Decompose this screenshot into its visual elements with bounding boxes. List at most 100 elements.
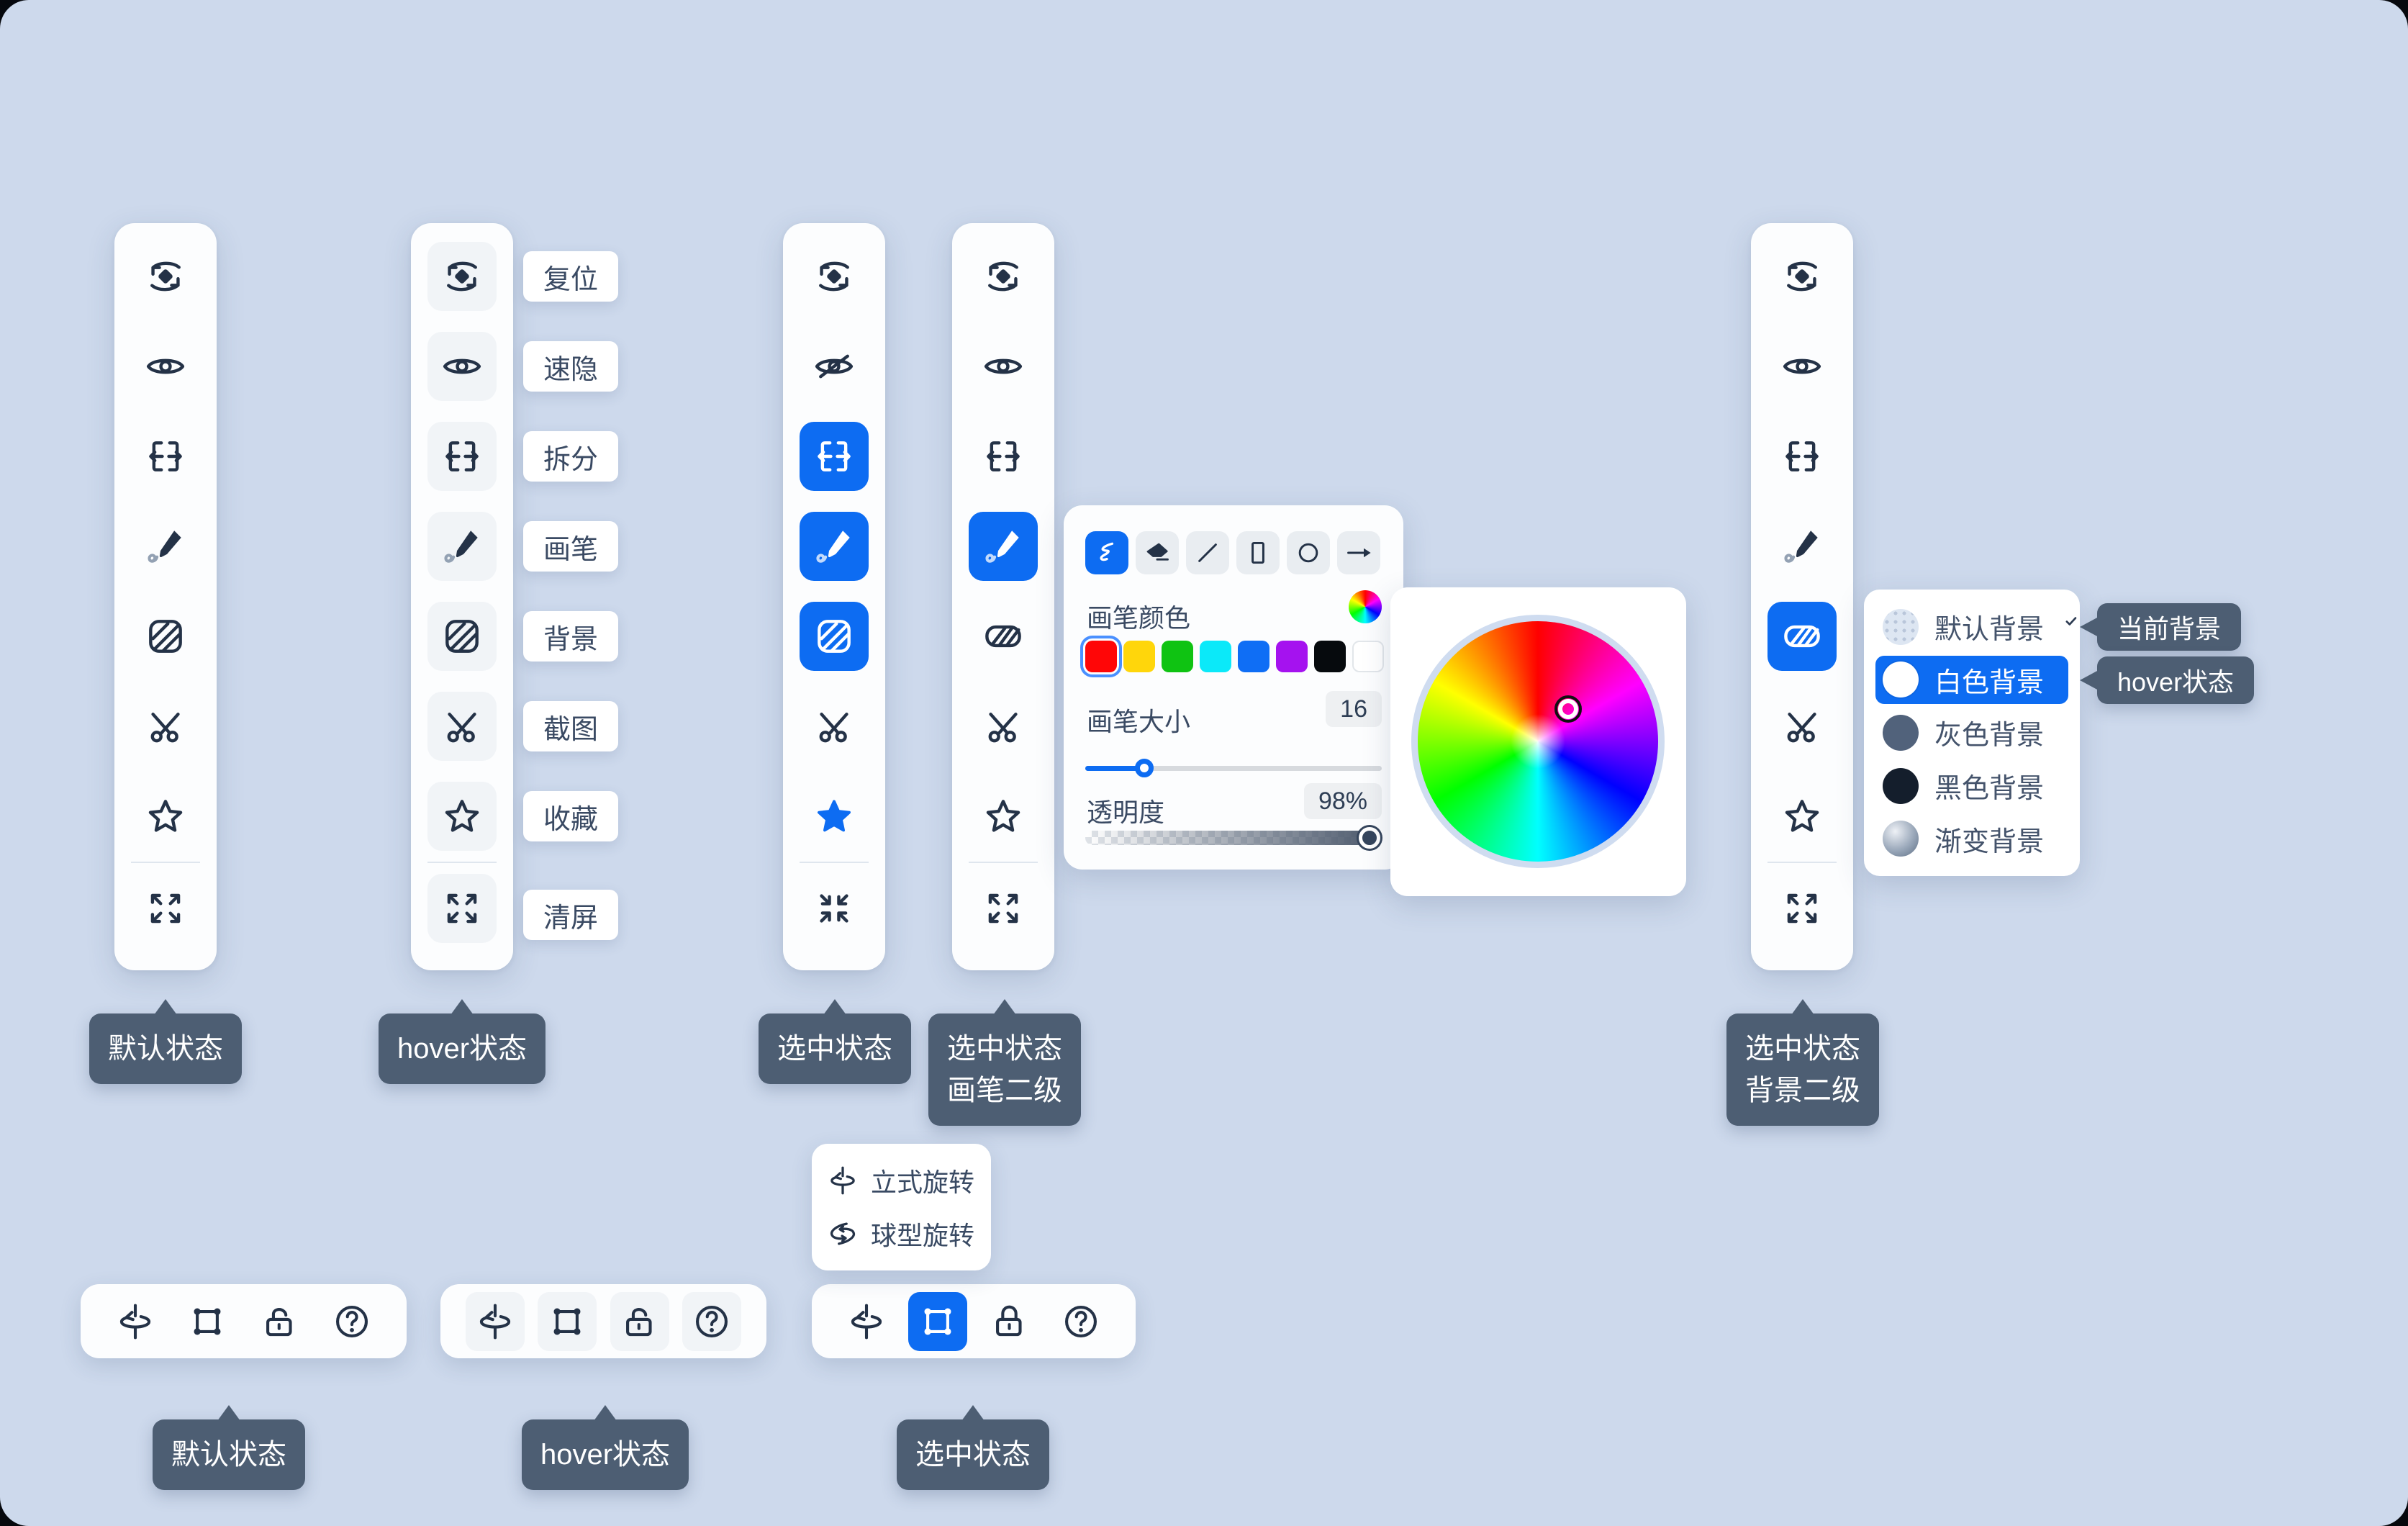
color-swatch[interactable] xyxy=(1200,641,1231,672)
star-button[interactable] xyxy=(1767,782,1837,851)
expand-icon xyxy=(143,886,188,931)
rotation-menu-item[interactable]: 球型旋转 xyxy=(826,1215,977,1252)
bg-menu-item[interactable]: 灰色背景 xyxy=(1875,708,2068,757)
star-button[interactable] xyxy=(131,782,200,851)
color-swatch[interactable] xyxy=(1162,641,1193,672)
bg-button[interactable] xyxy=(427,602,497,671)
transform-button[interactable] xyxy=(908,1292,967,1351)
white-background-swatch xyxy=(1883,662,1919,697)
scissors-button[interactable] xyxy=(1767,692,1837,761)
brush-settings-panel: 画笔颜色 画笔大小 16 透明度 98% xyxy=(1064,505,1403,870)
bg-menu-item[interactable]: 渐变背景 xyxy=(1875,814,2068,863)
brush-size-slider[interactable] xyxy=(1085,759,1382,777)
color-swatch[interactable] xyxy=(1123,641,1155,672)
eye-button[interactable] xyxy=(427,332,497,401)
split-button[interactable] xyxy=(131,422,200,491)
lockOpen-button[interactable] xyxy=(250,1292,309,1351)
scissors-button[interactable] xyxy=(131,692,200,761)
expand-button[interactable] xyxy=(427,874,497,943)
bg-menu-item-label: 灰色背景 xyxy=(1934,713,2044,752)
help-button[interactable] xyxy=(322,1292,381,1351)
eye-button[interactable] xyxy=(1767,332,1837,401)
split-button[interactable] xyxy=(427,422,497,491)
color-swatch[interactable] xyxy=(1238,641,1269,672)
reset-button[interactable] xyxy=(969,242,1038,311)
scissors-button[interactable] xyxy=(800,692,869,761)
starFill-icon xyxy=(812,794,856,839)
transform-button[interactable] xyxy=(178,1292,237,1351)
reset-button[interactable] xyxy=(131,242,200,311)
split-button[interactable] xyxy=(969,422,1038,491)
slider-knob[interactable] xyxy=(1135,759,1154,777)
bgWide-button[interactable] xyxy=(969,602,1038,671)
state-callout: 默认状态 xyxy=(153,1419,305,1490)
expand-button[interactable] xyxy=(1767,874,1837,943)
brush-button[interactable] xyxy=(131,512,200,581)
slider-track[interactable] xyxy=(1085,831,1382,845)
bg-menu-item-label: 白色背景 xyxy=(1934,660,2044,700)
penSquiggle-tool-button[interactable] xyxy=(1085,531,1128,574)
lockOpen-icon xyxy=(259,1301,301,1342)
eye-button[interactable] xyxy=(131,332,200,401)
color-wheel-icon[interactable] xyxy=(1349,590,1382,623)
bg-menu-item-label: 黑色背景 xyxy=(1934,766,2044,805)
action-label: 清屏 xyxy=(523,890,618,940)
reset-button[interactable] xyxy=(427,242,497,311)
action-label: 复位 xyxy=(523,251,618,302)
penSquiggle-icon xyxy=(1092,538,1122,568)
brush-button[interactable] xyxy=(969,512,1038,581)
color-swatch[interactable] xyxy=(1352,641,1384,672)
eyeOff-button[interactable] xyxy=(800,332,869,401)
star-button[interactable] xyxy=(969,782,1038,851)
expand-button[interactable] xyxy=(131,874,200,943)
state-callout: 默认状态 xyxy=(89,1013,242,1084)
axisRotate-button[interactable] xyxy=(106,1292,165,1351)
black-background-swatch xyxy=(1883,768,1919,804)
star-button[interactable] xyxy=(427,782,497,851)
eraser-tool-button[interactable] xyxy=(1136,531,1179,574)
reset-icon xyxy=(812,254,856,299)
split-button[interactable] xyxy=(1767,422,1837,491)
scissors-button[interactable] xyxy=(969,692,1038,761)
rotation-menu: 立式旋转球型旋转 xyxy=(812,1144,991,1270)
transform-button[interactable] xyxy=(538,1292,597,1351)
lockOpen-button[interactable] xyxy=(610,1292,669,1351)
slider-knob[interactable] xyxy=(1359,827,1380,849)
expand-button[interactable] xyxy=(969,874,1038,943)
brush-button[interactable] xyxy=(1767,512,1837,581)
color-swatch[interactable] xyxy=(1085,641,1117,672)
reset-button[interactable] xyxy=(800,242,869,311)
scissors-button[interactable] xyxy=(427,692,497,761)
split-button[interactable] xyxy=(800,422,869,491)
brush-button[interactable] xyxy=(427,512,497,581)
rotation-menu-item-label: 立式旋转 xyxy=(871,1162,974,1199)
color-swatch[interactable] xyxy=(1314,641,1346,672)
help-button[interactable] xyxy=(682,1292,741,1351)
axisRotate-button[interactable] xyxy=(837,1292,896,1351)
brush-button[interactable] xyxy=(800,512,869,581)
color-swatch[interactable] xyxy=(1276,641,1308,672)
rect-tool-button[interactable] xyxy=(1236,531,1280,574)
bg-menu-item[interactable]: 默认背景 xyxy=(1875,602,2068,651)
help-icon xyxy=(1060,1301,1102,1342)
bg-button[interactable] xyxy=(131,602,200,671)
bg-menu-item[interactable]: 白色背景 xyxy=(1875,656,2068,705)
circleTool-tool-button[interactable] xyxy=(1287,531,1330,574)
opacity-slider[interactable] xyxy=(1085,826,1382,849)
help-button[interactable] xyxy=(1051,1292,1110,1351)
lockClosed-button[interactable] xyxy=(980,1292,1039,1351)
bottom-toolbar-hover xyxy=(440,1284,766,1358)
reset-button[interactable] xyxy=(1767,242,1837,311)
hue-color-wheel[interactable] xyxy=(1411,615,1665,868)
arrow-tool-button[interactable] xyxy=(1337,531,1380,574)
axisRotate-button[interactable] xyxy=(466,1292,525,1351)
bg-menu-item[interactable]: 黑色背景 xyxy=(1875,762,2068,811)
bgWide-button[interactable] xyxy=(1767,602,1837,671)
eye-button[interactable] xyxy=(969,332,1038,401)
bg-button[interactable] xyxy=(800,602,869,671)
line-tool-button[interactable] xyxy=(1186,531,1229,574)
collapse-button[interactable] xyxy=(800,874,869,943)
starFill-button[interactable] xyxy=(800,782,869,851)
rotation-menu-item[interactable]: 立式旋转 xyxy=(826,1162,977,1199)
color-selector[interactable] xyxy=(1554,695,1582,723)
